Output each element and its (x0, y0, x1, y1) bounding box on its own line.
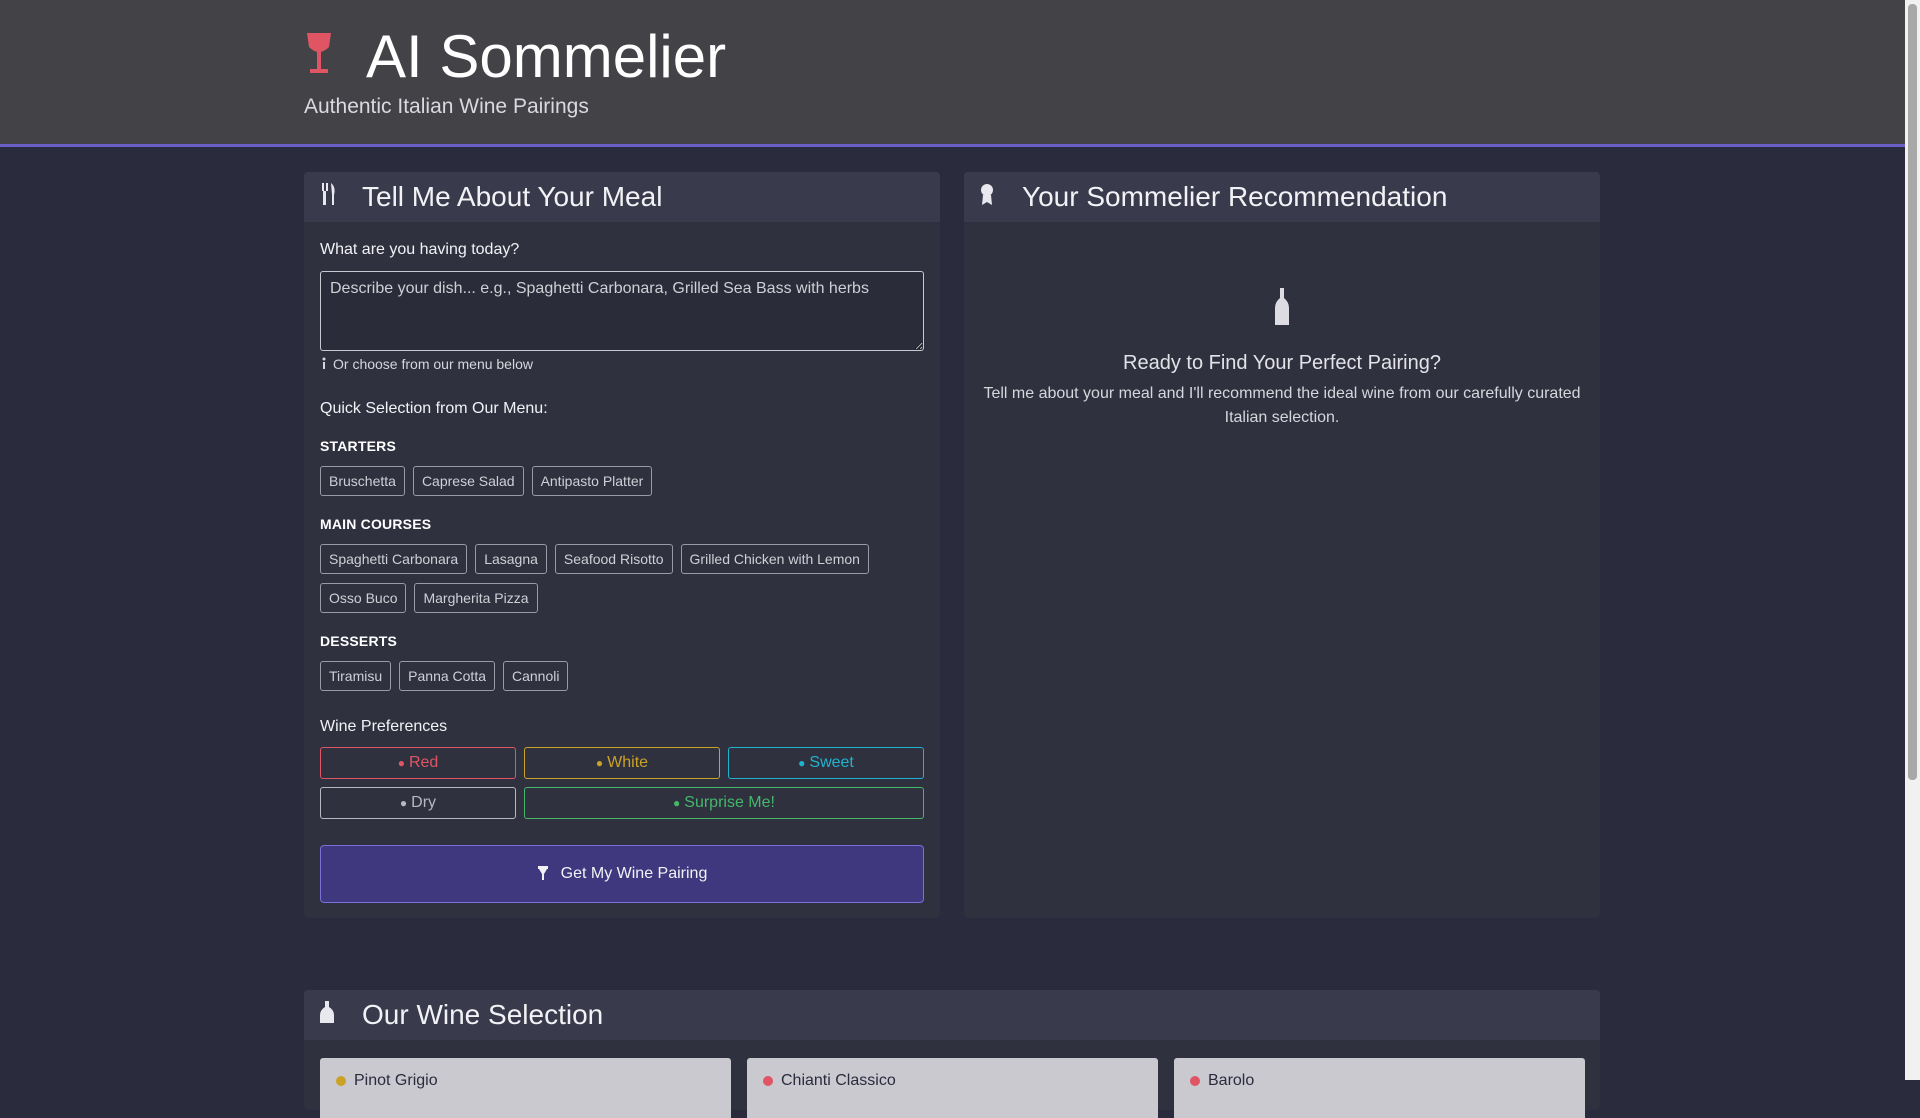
candy-icon: ● (798, 756, 806, 770)
wine-glass-icon (1190, 1076, 1200, 1086)
wine-tile-barolo[interactable]: Barolo (1174, 1058, 1585, 1118)
get-wine-pairing-label: Get My Wine Pairing (560, 865, 708, 882)
pref-white-button[interactable]: ● White (524, 747, 720, 779)
meal-question-label: What are you having today? (320, 241, 520, 258)
app-title: AI Sommelier (366, 23, 727, 90)
main-courses-chips: Spaghetti Carbonara Lasagna Seafood Riso… (320, 544, 930, 622)
meal-panel-header: Tell Me About Your Meal (304, 172, 940, 222)
pref-surprise-button[interactable]: ● Surprise Me! (524, 787, 924, 819)
empty-state-title: Ready to Find Your Perfect Pairing? (1123, 352, 1441, 374)
menu-chip-lasagna[interactable]: Lasagna (475, 544, 547, 574)
recommendation-panel: Your Sommelier Recommendation Ready to F… (964, 172, 1600, 918)
wine-glass-icon: ● (397, 756, 405, 770)
section-main-courses-title: MAIN COURSES (320, 516, 432, 532)
wine-preferences-label: Wine Preferences (320, 718, 448, 735)
menu-chip-panna-cotta[interactable]: Panna Cotta (399, 661, 495, 691)
recommendation-panel-header: Your Sommelier Recommendation (964, 172, 1600, 222)
pref-sweet-button[interactable]: ● Sweet (728, 747, 924, 779)
menu-hint-text: Or choose from our menu below (333, 356, 533, 372)
menu-chip-grilled-chicken[interactable]: Grilled Chicken with Lemon (680, 544, 869, 574)
info-icon (320, 357, 328, 372)
menu-chip-cannoli[interactable]: Cannoli (503, 661, 569, 691)
menu-chip-spaghetti-carbonara[interactable]: Spaghetti Carbonara (320, 544, 468, 574)
menu-chip-caprese-salad[interactable]: Caprese Salad (412, 466, 524, 496)
menu-chip-antipasto-platter[interactable]: Antipasto Platter (531, 466, 653, 496)
wine-tile-pinot-grigio[interactable]: Pinot Grigio (320, 1058, 731, 1118)
pref-red-button[interactable]: ● Red (320, 747, 516, 779)
desserts-chips: Tiramisu Panna Cotta Cannoli (320, 661, 930, 700)
wine-selection-panel: Our Wine Selection Pinot Grigio Chianti … (304, 990, 1600, 1118)
wine-name: Pinot Grigio (354, 1072, 438, 1089)
magic-icon: ● (673, 796, 681, 810)
site-header: AI Sommelier Authentic Italian Wine Pair… (0, 0, 1905, 147)
wine-glass-icon: ● (595, 756, 604, 770)
wine-selection-title: Our Wine Selection (362, 999, 604, 1030)
utensils-icon (320, 183, 344, 211)
empty-state-text: Tell me about your meal and I'll recomme… (983, 385, 1581, 426)
brand: AI Sommelier (304, 22, 726, 92)
meal-panel: Tell Me About Your Meal What are you hav… (304, 172, 940, 918)
app-subtitle: Authentic Italian Wine Pairings (304, 95, 589, 118)
menu-chip-osso-buco[interactable]: Osso Buco (320, 583, 407, 613)
pref-dry-button[interactable]: ● Dry (320, 787, 516, 819)
starters-chips: Bruschetta Caprese Salad Antipasto Platt… (320, 466, 930, 505)
get-wine-pairing-button[interactable]: Get My Wine Pairing (320, 845, 924, 903)
wine-name: Chianti Classico (781, 1072, 896, 1089)
menu-chip-bruschetta[interactable]: Bruschetta (320, 466, 405, 496)
page-scrollbar[interactable] (1905, 0, 1920, 1080)
meal-panel-title: Tell Me About Your Meal (362, 181, 663, 212)
wine-glass-icon (304, 22, 338, 92)
wine-bottle-icon (964, 288, 1600, 336)
wine-selection-header: Our Wine Selection (304, 990, 1600, 1040)
recommendation-panel-title: Your Sommelier Recommendation (1022, 181, 1448, 212)
scrollbar-thumb[interactable] (1908, 4, 1917, 780)
menu-chip-seafood-risotto[interactable]: Seafood Risotto (554, 544, 673, 574)
meal-description-input[interactable] (320, 271, 924, 351)
search-icon (537, 865, 549, 883)
menu-chip-margherita-pizza[interactable]: Margherita Pizza (414, 583, 538, 613)
section-starters-title: STARTERS (320, 438, 397, 454)
wine-glass-icon (763, 1076, 773, 1086)
award-icon (980, 183, 1004, 211)
wine-name: Barolo (1208, 1072, 1255, 1089)
menu-hint: Or choose from our menu below (320, 356, 533, 372)
wine-tile-chianti-classico[interactable]: Chianti Classico (747, 1058, 1158, 1118)
menu-chip-tiramisu[interactable]: Tiramisu (320, 661, 392, 691)
section-desserts-title: DESSERTS (320, 633, 398, 649)
wine-glass-icon (336, 1076, 346, 1086)
sun-icon: ● (399, 796, 408, 810)
quick-selection-label: Quick Selection from Our Menu: (320, 400, 548, 417)
list-icon (320, 1001, 344, 1029)
